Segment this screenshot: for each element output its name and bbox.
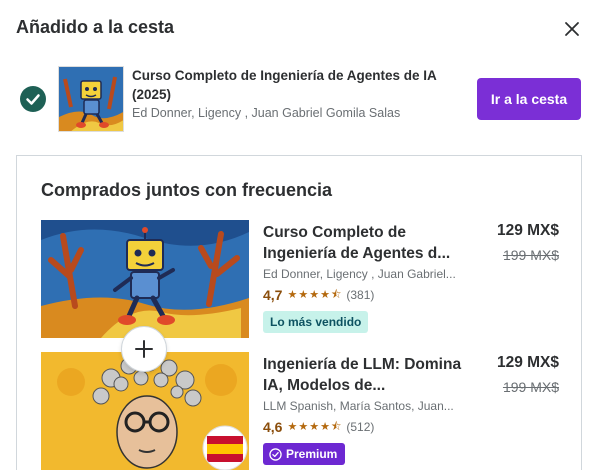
list-item[interactable]: Ingeniería de LLM: Domina IA, Modelos de… (41, 352, 571, 470)
star-rating-icon: ★ ★ ★ ★ ⯪ (287, 420, 342, 433)
close-icon[interactable] (560, 17, 584, 41)
course-title[interactable]: Ingeniería de LLM: Domina IA, Modelos de… (263, 354, 468, 396)
current-price: 129 MX$ (496, 354, 559, 371)
rating-value: 4,6 (263, 419, 283, 435)
added-course-row: Curso Completo de Ingeniería de Agentes … (16, 62, 584, 134)
course-authors: Ed Donner, Ligency , Juan Gabriel... (263, 267, 456, 281)
rating: 4,6 ★ ★ ★ ★ ⯪ (512) (263, 419, 374, 435)
added-course-title[interactable]: Curso Completo de Ingeniería de Agentes … (132, 66, 472, 104)
bestseller-badge: Lo más vendido (263, 311, 369, 333)
plus-icon (121, 326, 167, 372)
star-rating-icon: ★ ★ ★ ★ ⯪ (287, 288, 342, 301)
list-item[interactable]: Curso Completo de Ingeniería de Agentes … (41, 220, 571, 338)
premium-badge-label: Premium (286, 447, 338, 461)
added-course-authors: Ed Donner, Ligency , Juan Gabriel Gomila… (132, 106, 401, 120)
course-authors: LLM Spanish, María Santos, Juan... (263, 399, 454, 413)
review-count: (512) (346, 420, 375, 434)
modal-title: Añadido a la cesta (16, 17, 175, 37)
original-price: 199 MX$ (502, 247, 559, 263)
original-price: 199 MX$ (502, 379, 559, 395)
current-price: 129 MX$ (496, 222, 559, 239)
section-title: Comprados juntos con frecuencia (41, 180, 333, 200)
frequently-bought-together: Comprados juntos con frecuencia Curso Co… (16, 155, 582, 470)
rating: 4,7 ★ ★ ★ ★ ⯪ (381) (263, 287, 374, 303)
go-to-cart-button[interactable]: Ir a la cesta (477, 78, 581, 120)
course-thumbnail[interactable] (41, 220, 249, 338)
verified-icon (269, 447, 282, 461)
check-circle-icon (20, 86, 46, 112)
course-title[interactable]: Curso Completo de Ingeniería de Agentes … (263, 222, 468, 264)
premium-badge: Premium (263, 443, 346, 465)
course-thumbnail (58, 66, 124, 132)
rating-value: 4,7 (263, 287, 283, 303)
review-count: (381) (346, 288, 375, 302)
